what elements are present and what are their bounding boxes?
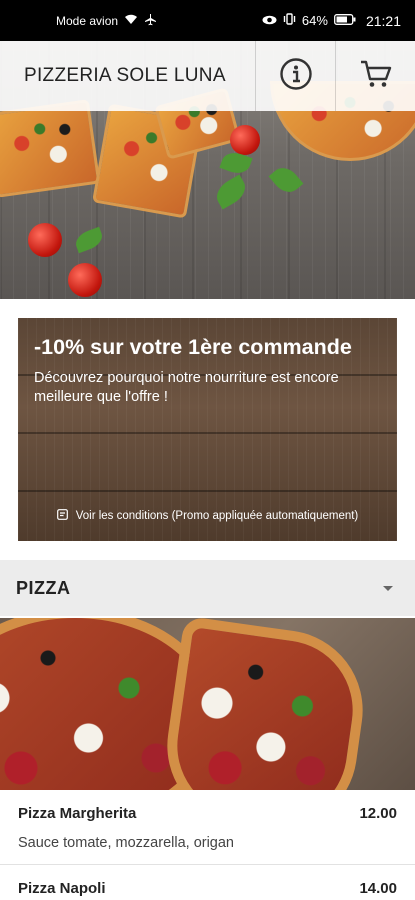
basil-leaf-image (268, 162, 304, 198)
airplane-icon (144, 13, 157, 29)
restaurant-name: PIZZERIA SOLE LUNA (24, 65, 226, 86)
status-right: 64% 21:21 (262, 13, 401, 29)
clock: 21:21 (365, 12, 401, 29)
item-name: Pizza Napoli (18, 880, 106, 897)
menu-item-pizza-napoli[interactable]: Pizza Napoli 14.00 (0, 866, 415, 900)
promo-conditions-link[interactable]: Voir les conditions (Promo appliquée aut… (18, 509, 397, 523)
vibrate-icon (283, 13, 296, 28)
basil-leaf-image (72, 226, 106, 254)
basil-leaf-image (211, 174, 251, 210)
status-left: Mode avion (56, 13, 157, 29)
category-header-pizza[interactable]: PIZZA (0, 560, 415, 616)
document-icon (56, 509, 68, 523)
wifi-icon (124, 14, 138, 28)
pizza-slice-image (157, 618, 373, 790)
item-name: Pizza Margherita (18, 805, 137, 822)
tomato-image (68, 263, 102, 297)
promo-conditions-text: Voir les conditions (Promo appliquée aut… (75, 510, 359, 522)
item-description: Sauce tomate, mozzarella, origan (18, 835, 234, 851)
battery-icon (334, 13, 356, 28)
tomato-image (28, 223, 62, 257)
cart-button[interactable] (335, 41, 415, 111)
promo-title: -10% sur votre 1ère commande (34, 335, 352, 359)
category-image (0, 618, 415, 790)
network-label: Mode avion (56, 13, 119, 28)
item-price: 12.00 (359, 805, 397, 822)
tomato-image (230, 125, 260, 155)
item-price: 14.00 (359, 880, 397, 897)
chevron-down-icon (383, 585, 393, 591)
app-header: PIZZERIA SOLE LUNA (0, 41, 415, 111)
info-icon (279, 57, 313, 96)
cart-icon (359, 59, 393, 94)
pizza-slice-image (0, 99, 101, 198)
promo-banner[interactable]: -10% sur votre 1ère commande Découvrez p… (18, 318, 397, 541)
battery-percent: 64% (301, 13, 328, 28)
status-bar: Mode avion 64% 21:21 (0, 0, 415, 41)
promo-text: Découvrez pourquoi notre nourriture est … (34, 370, 339, 405)
eye-icon (262, 13, 277, 28)
category-title: PIZZA (16, 577, 71, 598)
info-button[interactable] (255, 41, 335, 111)
menu-item-pizza-margherita[interactable]: Pizza Margherita 12.00 Sauce tomate, moz… (0, 791, 415, 865)
